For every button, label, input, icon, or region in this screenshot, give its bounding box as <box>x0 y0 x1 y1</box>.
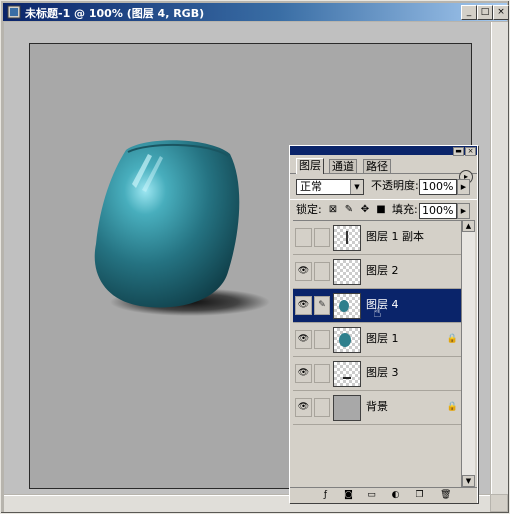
layer-thumbnail <box>333 225 361 251</box>
link-toggle[interactable] <box>314 364 330 383</box>
link-toggle[interactable] <box>314 398 330 417</box>
new-layer-icon[interactable]: ❐ <box>414 490 425 500</box>
layer-row[interactable]: 👁 背景 🔒 <box>293 391 461 425</box>
layer-name: 图层 2 <box>366 264 399 277</box>
resize-grip[interactable] <box>491 495 507 511</box>
adjustment-layer-icon[interactable]: ◐ <box>390 490 401 500</box>
layer-row[interactable]: 👁 图层 2 <box>293 255 461 289</box>
link-toggle[interactable] <box>314 228 330 247</box>
blend-mode-value: 正常 <box>300 180 322 193</box>
fill-label: 填充: <box>392 203 418 216</box>
layer-thumbnail <box>333 395 361 421</box>
layer-row-selected[interactable]: 👁 ✎ 图层 4 ☝ <box>293 289 461 323</box>
thumb-dash-icon <box>343 377 351 379</box>
opacity-label: 不透明度: <box>371 179 419 192</box>
vase-shape <box>94 140 240 308</box>
maximize-button[interactable]: □ <box>477 5 493 20</box>
palette-bottom-bar: ƒ ◙ ▭ ◐ ❐ 🗑 <box>290 487 477 503</box>
visibility-toggle[interactable] <box>295 228 312 247</box>
layer-name: 背景 <box>366 400 388 413</box>
lock-label: 锁定: <box>296 203 322 216</box>
new-group-icon[interactable]: ▭ <box>366 490 377 500</box>
thumb-vase-icon <box>339 333 351 347</box>
thumb-vase-icon <box>339 300 349 312</box>
layer-thumbnail <box>333 327 361 353</box>
opacity-slider-arrow-icon[interactable]: ▶ <box>457 179 470 195</box>
link-toggle[interactable] <box>314 330 330 349</box>
palette-title-bar[interactable]: ▬ × <box>290 146 477 156</box>
layer-name: 图层 3 <box>366 366 399 379</box>
layer-row[interactable]: 👁 图层 3 <box>293 357 461 391</box>
lock-icon: 🔒 <box>446 402 458 412</box>
paintbrush-icon[interactable]: ✎ <box>314 296 330 315</box>
layer-thumbnail <box>333 361 361 387</box>
eye-icon[interactable]: 👁 <box>295 364 312 383</box>
fill-slider-arrow-icon[interactable]: ▶ <box>457 203 470 219</box>
chevron-down-icon[interactable]: ▼ <box>350 180 363 194</box>
layer-list: 图层 1 副本 👁 图层 2 👁 ✎ 图层 4 ☝ 👁 图层 1 🔒 👁 图层 … <box>293 220 461 488</box>
eye-icon[interactable]: 👁 <box>295 262 312 281</box>
layers-palette: ▬ × 图层 通道 路径 ▸ 正常 ▼ 不透明度: 100% ▶ 锁定: ⊠ ✎… <box>289 145 478 503</box>
photoshop-doc-icon <box>7 5 21 19</box>
add-mask-icon[interactable]: ◙ <box>343 490 354 500</box>
tab-layers[interactable]: 图层 <box>296 158 324 174</box>
blend-mode-select[interactable]: 正常 ▼ <box>296 179 364 195</box>
layer-list-scrollbar[interactable]: ▲ ▼ <box>461 220 475 487</box>
link-toggle[interactable] <box>314 262 330 281</box>
tab-channels[interactable]: 通道 <box>329 159 357 173</box>
palette-close-button[interactable]: × <box>465 147 476 156</box>
layer-thumbnail <box>333 259 361 285</box>
eye-icon[interactable]: 👁 <box>295 398 312 417</box>
title-bar[interactable]: 未标题-1 @ 100% (图层 4, RGB) _ □ × <box>3 3 509 21</box>
layer-row[interactable]: 👁 图层 1 🔒 <box>293 323 461 357</box>
thumb-line-icon <box>346 231 348 244</box>
palette-tabs: 图层 通道 路径 ▸ <box>290 157 477 184</box>
layer-name: 图层 1 <box>366 332 399 345</box>
scroll-down-icon[interactable]: ▼ <box>462 475 475 487</box>
blend-opacity-row: 正常 ▼ 不透明度: 100% ▶ <box>290 176 477 196</box>
lock-transparency-icon[interactable]: ⊠ <box>328 205 338 215</box>
lock-paint-icon[interactable]: ✎ <box>344 205 354 215</box>
fill-input[interactable]: 100% <box>419 203 457 219</box>
layer-name: 图层 1 副本 <box>366 230 424 243</box>
layer-name: 图层 4 <box>366 298 399 311</box>
palette-minimize-button[interactable]: ▬ <box>453 147 464 156</box>
scroll-up-icon[interactable]: ▲ <box>462 220 475 232</box>
vertical-scrollbar[interactable] <box>491 22 508 494</box>
window-title: 未标题-1 @ 100% (图层 4, RGB) <box>25 7 205 20</box>
eye-icon[interactable]: 👁 <box>295 330 312 349</box>
layer-style-icon[interactable]: ƒ <box>320 490 331 500</box>
lock-icon: 🔒 <box>446 334 458 344</box>
lock-move-icon[interactable]: ✥ <box>360 205 370 215</box>
minimize-button[interactable]: _ <box>461 5 477 20</box>
layer-row[interactable]: 图层 1 副本 <box>293 221 461 255</box>
opacity-input[interactable]: 100% <box>419 179 457 195</box>
lock-all-icon[interactable]: ■ <box>376 205 386 215</box>
delete-layer-icon[interactable]: 🗑 <box>440 490 451 500</box>
eye-icon[interactable]: 👁 <box>295 296 312 315</box>
tab-paths[interactable]: 路径 <box>363 159 391 173</box>
close-button[interactable]: × <box>493 5 509 20</box>
layer-thumbnail <box>333 293 361 319</box>
lock-fill-row: 锁定: ⊠ ✎ ✥ ■ 填充: 100% ▶ <box>290 199 477 220</box>
hand-cursor-icon: ☝ <box>373 305 382 321</box>
